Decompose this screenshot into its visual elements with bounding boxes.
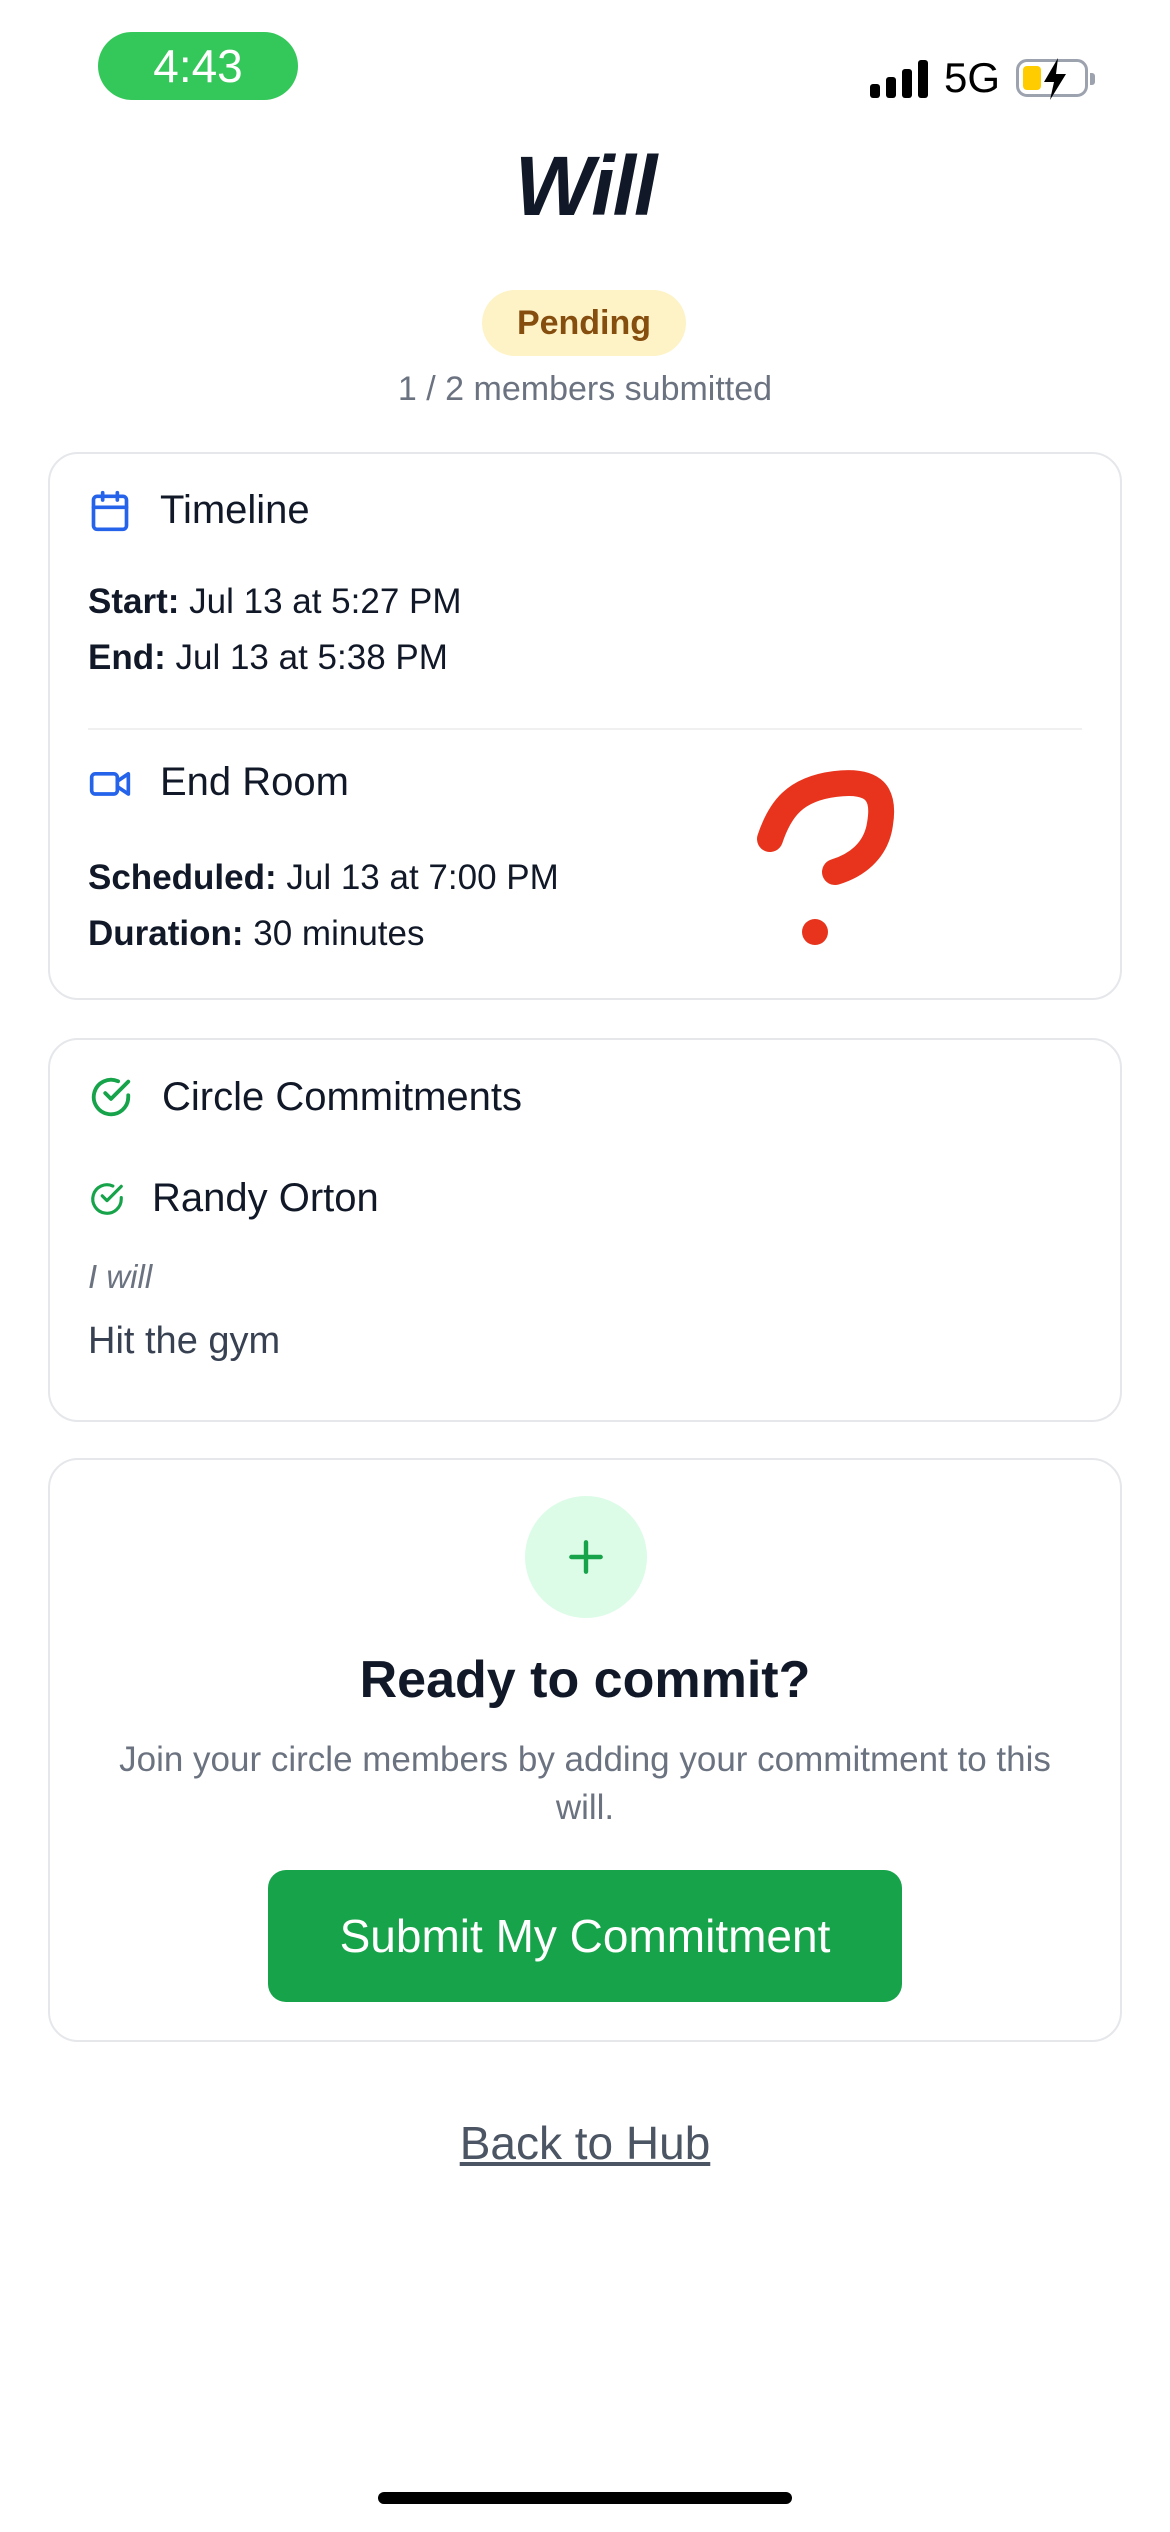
end-room-heading: End Room bbox=[160, 760, 349, 804]
network-label: 5G bbox=[943, 54, 1000, 101]
check-circle-icon bbox=[91, 1077, 131, 1117]
back-to-hub-link[interactable]: Back to Hub bbox=[0, 2116, 1170, 2170]
member-name: Randy Orton bbox=[152, 1176, 379, 1220]
battery-icon bbox=[1016, 58, 1095, 100]
timeline-start: Start: Jul 13 at 5:27 PM bbox=[88, 582, 462, 622]
details-card: Timeline Start: Jul 13 at 5:27 PM End: J… bbox=[48, 452, 1122, 1000]
end-room-header: End Room bbox=[88, 760, 349, 805]
page-title: Will bbox=[514, 139, 658, 233]
commitment-text: Hit the gym bbox=[88, 1320, 281, 1362]
plus-icon bbox=[569, 1540, 603, 1574]
section-divider bbox=[88, 728, 1082, 730]
signal-icon bbox=[869, 58, 928, 98]
commitments-heading: Circle Commitments bbox=[162, 1074, 523, 1119]
cta-description: Join your circle members by adding your … bbox=[119, 1740, 1051, 1827]
end-room-duration: Duration: 30 minutes bbox=[88, 914, 425, 954]
cta-heading: Ready to commit? bbox=[359, 1651, 811, 1709]
commit-cta-card: Ready to commit? Join your circle member… bbox=[48, 1458, 1122, 2042]
video-camera-icon bbox=[89, 771, 131, 796]
plus-badge bbox=[525, 1496, 647, 1618]
commitments-header: Circle Commitments bbox=[88, 1074, 522, 1120]
members-submitted: 1 / 2 members submitted bbox=[397, 370, 773, 408]
home-indicator[interactable] bbox=[378, 2492, 792, 2504]
commitment-member: Randy Orton bbox=[88, 1176, 379, 1221]
calendar-icon bbox=[91, 490, 129, 531]
timeline-end: End: Jul 13 at 5:38 PM bbox=[88, 638, 448, 678]
timeline-heading: Timeline bbox=[160, 488, 310, 532]
duration-value: 30 minutes bbox=[253, 914, 425, 953]
status-indicators: 5G bbox=[869, 50, 1095, 106]
scheduled-value: Jul 13 at 7:00 PM bbox=[286, 858, 559, 897]
duration-label: Duration: bbox=[88, 914, 244, 953]
submit-commitment-button[interactable]: Submit My Commitment bbox=[268, 1870, 902, 2002]
status-time: 4:43 bbox=[98, 32, 298, 100]
end-label: End: bbox=[88, 638, 166, 677]
end-value: Jul 13 at 5:38 PM bbox=[175, 638, 448, 677]
timeline-header: Timeline bbox=[88, 488, 310, 533]
end-room-scheduled: Scheduled: Jul 13 at 7:00 PM bbox=[88, 858, 559, 898]
scheduled-label: Scheduled: bbox=[88, 858, 277, 897]
commitment-prefix: I will bbox=[88, 1258, 153, 1295]
commitments-card: Circle Commitments Randy Orton I will Hi… bbox=[48, 1038, 1122, 1422]
status-badge: Pending bbox=[482, 290, 686, 356]
start-label: Start: bbox=[88, 582, 180, 621]
start-value: Jul 13 at 5:27 PM bbox=[189, 582, 462, 621]
question-mark-annotation bbox=[757, 770, 895, 945]
check-circle-icon bbox=[91, 1182, 123, 1215]
